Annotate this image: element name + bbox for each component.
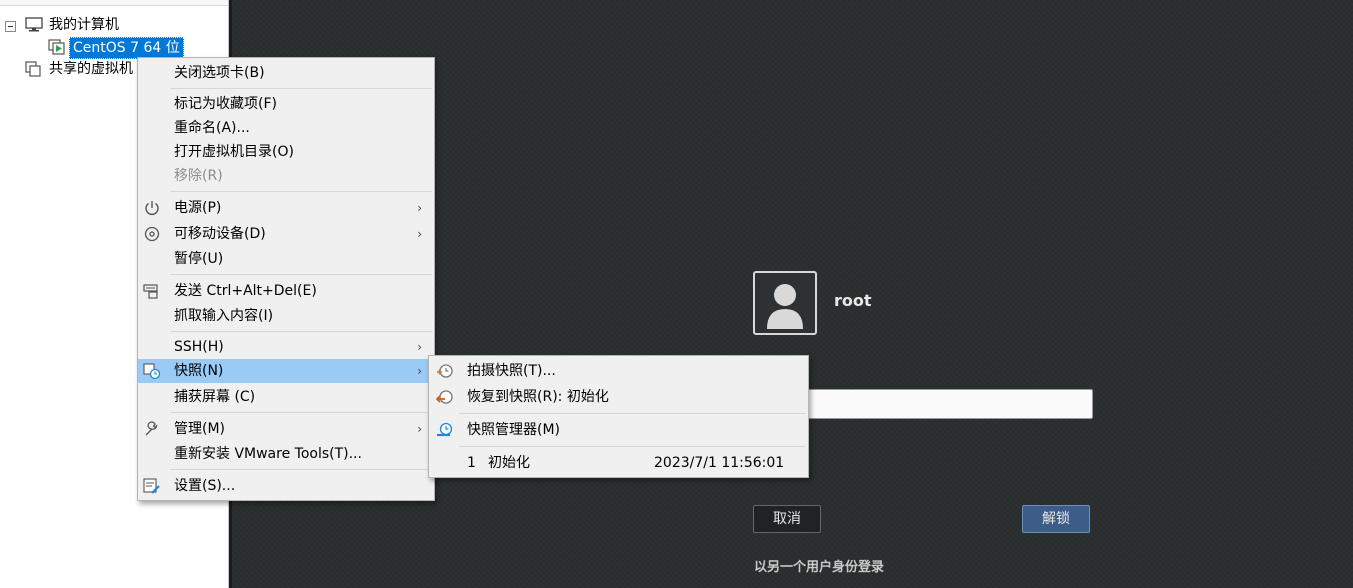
snapshot-date: 2023/7/1 11:56:01 [654,455,785,471]
menu-item-snapshot[interactable]: 快照(N) › [138,359,434,383]
tree-item-vm[interactable]: CentOS 7 64 位 [69,37,184,59]
menu-item-label: 抓取输入内容(I) [174,308,274,324]
cancel-button[interactable]: 取消 [753,505,821,533]
username-label: root [834,291,872,310]
menu-item-send-cad[interactable]: 发送 Ctrl+Alt+Del(E) [138,279,434,303]
menu-separator [170,88,432,89]
menu-item-label: 捕获屏幕 (C) [174,389,256,405]
snapshot-submenu: 拍摄快照(T)... 恢复到快照(R): 初始化 快照管理器(M) 1 初始化 … [428,355,809,478]
menu-item-label: 可移动设备(D) [174,226,266,242]
menu-item-label: 打开虚拟机目录(O) [174,144,294,160]
menu-item-reinstall-tools[interactable]: 重新安装 VMware Tools(T)... [138,442,434,466]
chevron-right-icon: › [417,227,422,241]
snapshot-manager-icon [437,422,453,437]
revert-snapshot-icon [436,390,453,404]
menu-item-label: 标记为收藏项(F) [174,96,277,112]
menu-separator [459,413,806,414]
login-other-user-link[interactable]: 以另一个用户身份登录 [754,556,884,575]
menu-separator [170,331,432,332]
menu-item-label: 快照管理器(M) [467,422,561,438]
snapshot-icon [143,363,161,379]
menu-item-removable-devices[interactable]: 可移动设备(D) › [138,222,434,246]
menu-item-label: 重命名(A)... [174,120,250,136]
vm-context-menu: 关闭选项卡(B) 标记为收藏项(F) 重命名(A)... 打开虚拟机目录(O) … [137,57,435,501]
wrench-icon [145,421,158,436]
collapse-toggle[interactable] [5,21,16,32]
menu-item-take-snapshot[interactable]: 拍摄快照(T)... [429,359,808,383]
menu-item-grab-input[interactable]: 抓取输入内容(I) [138,304,434,328]
menu-item-label: 设置(S)... [174,478,236,494]
disc-icon [144,226,160,242]
menu-item-label: 恢复到快照(R): 初始化 [467,389,609,405]
snapshot-name: 初始化 [488,455,530,471]
menu-item-pause[interactable]: 暂停(U) [138,247,434,271]
menu-separator [170,191,432,192]
user-avatar-icon [767,284,803,329]
menu-item-open-dir[interactable]: 打开虚拟机目录(O) [138,140,434,164]
chevron-right-icon: › [417,364,422,378]
menu-item-rename[interactable]: 重命名(A)... [138,116,434,140]
chevron-right-icon: › [417,422,422,436]
menu-item-power[interactable]: 电源(P) › [138,196,434,220]
menu-separator [170,469,432,470]
menu-item-remove: 移除(R) [138,164,434,188]
menu-item-label: 电源(P) [174,200,222,216]
menu-item-label: 拍摄快照(T)... [467,363,556,379]
menu-item-snapshot-manager[interactable]: 快照管理器(M) [429,418,808,442]
shared-vm-icon [25,61,41,77]
menu-item-label: 发送 Ctrl+Alt+Del(E) [174,283,317,299]
chevron-right-icon: › [417,340,422,354]
computer-icon [25,17,43,32]
menu-item-mark-favorite[interactable]: 标记为收藏项(F) [138,92,434,116]
menu-item-label: 关闭选项卡(B) [174,65,265,81]
menu-item-settings[interactable]: 设置(S)... [138,474,434,498]
snapshot-index: 1 [467,455,476,471]
vm-running-icon [48,39,65,55]
menu-item-label: SSH(H) [174,339,224,355]
power-icon [145,201,159,215]
menu-separator [170,274,432,275]
menu-item-capture-screen[interactable]: 捕获屏幕 (C) [138,385,434,409]
menu-item-label: 快照(N) [174,363,224,379]
tree-item-shared-vms[interactable]: 共享的虚拟机 [49,59,133,79]
menu-item-label: 重新安装 VMware Tools(T)... [174,446,362,462]
unlock-button[interactable]: 解锁 [1022,505,1090,533]
menu-item-label: 管理(M) [174,421,226,437]
settings-icon [143,478,160,494]
menu-item-manage[interactable]: 管理(M) › [138,417,434,441]
menu-item-label: 移除(R) [174,168,223,184]
menu-item-label: 暂停(U) [174,251,224,267]
snapshot-list-item[interactable]: 1 初始化 2023/7/1 11:56:01 [429,451,808,475]
menu-separator [459,446,806,447]
menu-item-revert-snapshot[interactable]: 恢复到快照(R): 初始化 [429,385,808,409]
library-header-strip [0,0,228,6]
chevron-right-icon: › [417,201,422,215]
menu-separator [170,412,432,413]
tree-item-my-computer[interactable]: 我的计算机 [49,15,119,35]
keyboard-send-icon [143,284,158,299]
menu-item-close-tab[interactable]: 关闭选项卡(B) [138,61,434,85]
take-snapshot-icon [437,364,453,378]
user-avatar [753,271,817,335]
menu-item-ssh[interactable]: SSH(H) › [138,335,434,359]
